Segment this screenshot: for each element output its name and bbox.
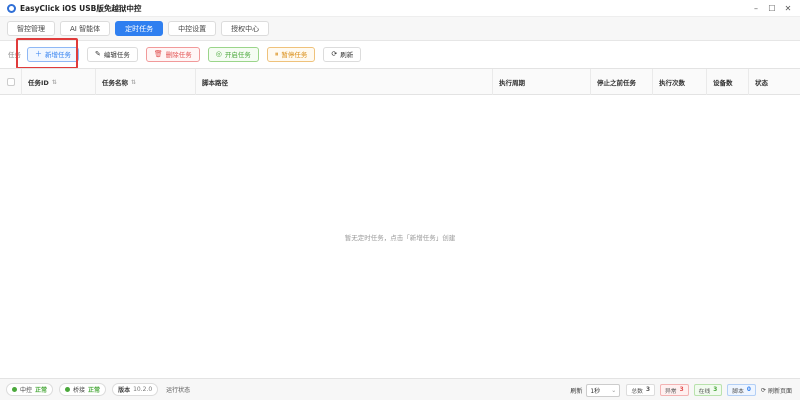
edit-icon: ✎ — [95, 50, 101, 58]
window-title: EasyClick iOS USB版免越狱中控 — [20, 3, 142, 13]
column-label: 状态 — [755, 79, 768, 87]
column-header-script-path: 脚本路径 — [196, 69, 493, 95]
bridge-status-pill: 桥接 正常 — [59, 383, 107, 396]
refresh-interval-value: 1秒 — [590, 387, 601, 395]
total-count-badge: 总数 3 — [626, 384, 655, 396]
status-right-group: 刷新 1秒 ⌄ 总数 3 异常 3 在线 3 脚本 0 ⟳ 刷新页面 — [570, 379, 792, 401]
column-header-cycle: 执行周期 — [493, 69, 591, 95]
column-header-task-name[interactable]: 任务名称 ⇅ — [96, 69, 196, 95]
close-icon[interactable]: ✕ — [780, 0, 796, 17]
enable-task-button[interactable]: ◎ 开启任务 — [207, 46, 259, 62]
column-header-stop-previous: 停止之前任务 — [591, 69, 653, 95]
column-label: 设备数 — [713, 79, 733, 87]
script-label: 脚本 — [732, 388, 744, 395]
bridge-label: 桥接 — [73, 387, 86, 394]
select-all-cell — [0, 69, 22, 95]
tab-scheduled-tasks[interactable]: 定时任务 — [115, 21, 164, 36]
control-status-pill: 中控 正常 — [6, 383, 54, 396]
column-header-run-count: 执行次数 — [653, 69, 707, 95]
column-label: 停止之前任务 — [597, 79, 636, 87]
error-value: 3 — [679, 387, 684, 393]
bridge-status: 正常 — [88, 387, 101, 394]
window-controls: – ☐ ✕ — [748, 0, 796, 17]
pause-task-button[interactable]: ⏸ 暂停任务 — [266, 46, 316, 62]
error-label: 异常 — [664, 388, 677, 395]
refresh-label: 刷新 — [340, 51, 354, 59]
refresh-button[interactable]: ⟳ 刷新 — [323, 46, 362, 62]
tab-device-control[interactable]: 智控管理 — [7, 21, 55, 36]
tab-ai-agent[interactable]: AI 智能体 — [60, 21, 111, 36]
status-bar: 中控 正常 桥接 正常 版本 10.2.0 运行状态 刷新 1秒 ⌄ 总数 3 异… — [0, 378, 800, 400]
column-label: 执行次数 — [659, 79, 685, 87]
status-dot-icon — [65, 387, 71, 392]
app-logo-icon — [7, 3, 16, 13]
column-header-task-id[interactable]: 任务ID ⇅ — [22, 69, 96, 95]
version-pill: 版本 10.2.0 — [112, 383, 159, 396]
main-nav: 智控管理 AI 智能体 定时任务 中控设置 授权中心 — [0, 17, 800, 41]
table-header: 任务ID ⇅ 任务名称 ⇅ 脚本路径 执行周期 停止之前任务 执行次数 设备数 状态 — [0, 69, 800, 95]
column-label: 任务ID — [28, 79, 49, 87]
version-label: 版本 — [118, 387, 131, 394]
task-table: 任务ID ⇅ 任务名称 ⇅ 脚本路径 执行周期 停止之前任务 执行次数 设备数 状态… — [0, 68, 800, 377]
total-value: 3 — [645, 387, 650, 393]
refresh-interval-select[interactable]: 1秒 ⌄ — [586, 383, 621, 397]
online-value: 3 — [713, 387, 718, 393]
edit-task-label: 编辑任务 — [103, 51, 130, 59]
column-label: 任务名称 — [102, 79, 128, 87]
sort-icon: ⇅ — [131, 78, 137, 86]
task-toolbar: 任务 ＋ 新增任务 ✎ 编辑任务 🗑 删除任务 ◎ 开启任务 ⏸ 暂停任务 ⟳ … — [0, 41, 800, 67]
column-label: 执行周期 — [499, 79, 525, 87]
minimize-icon[interactable]: – — [748, 0, 764, 17]
error-count-badge: 异常 3 — [659, 384, 689, 396]
version-value: 10.2.0 — [133, 386, 153, 393]
control-label: 中控 — [20, 387, 33, 394]
sort-icon: ⇅ — [51, 78, 57, 86]
column-header-device-count: 设备数 — [707, 69, 749, 95]
check-circle-icon: ◎ — [215, 50, 222, 58]
refresh-page-label: 刷新页面 — [767, 387, 792, 395]
chevron-down-icon: ⌄ — [611, 386, 617, 394]
online-label: 在线 — [698, 388, 711, 395]
total-label: 总数 — [631, 388, 643, 395]
status-dot-icon — [12, 387, 17, 392]
empty-state-text: 暂无定时任务，点击「新增任务」创建 — [344, 234, 456, 242]
script-count-badge: 脚本 0 — [727, 384, 756, 396]
maximize-icon[interactable]: ☐ — [764, 0, 780, 17]
highlight-annotation — [16, 38, 78, 69]
pause-icon: ⏸ — [274, 49, 279, 58]
run-status-link[interactable]: 运行状态 — [166, 385, 190, 394]
trash-icon: 🗑 — [153, 50, 163, 58]
refresh-icon: ⟳ — [331, 50, 338, 58]
refresh-icon: ⟳ — [760, 386, 766, 394]
pause-task-label: 暂停任务 — [281, 51, 308, 59]
select-all-checkbox[interactable] — [6, 78, 15, 86]
edit-task-button[interactable]: ✎ 编辑任务 — [87, 46, 138, 62]
column-label: 脚本路径 — [202, 79, 228, 87]
refresh-page-button[interactable]: ⟳ 刷新页面 — [761, 386, 792, 395]
tab-license-center[interactable]: 授权中心 — [221, 21, 270, 36]
script-value: 0 — [746, 387, 751, 393]
delete-task-button[interactable]: 🗑 删除任务 — [145, 46, 200, 62]
tab-control-settings[interactable]: 中控设置 — [168, 21, 217, 36]
delete-task-label: 删除任务 — [165, 51, 192, 59]
column-header-status: 状态 — [749, 69, 800, 95]
title-bar: EasyClick iOS USB版免越狱中控 – ☐ ✕ — [0, 0, 800, 17]
online-count-badge: 在线 3 — [693, 384, 723, 396]
refresh-interval-label: 刷新 — [570, 387, 583, 395]
enable-task-label: 开启任务 — [224, 51, 251, 59]
control-status: 正常 — [35, 387, 48, 394]
